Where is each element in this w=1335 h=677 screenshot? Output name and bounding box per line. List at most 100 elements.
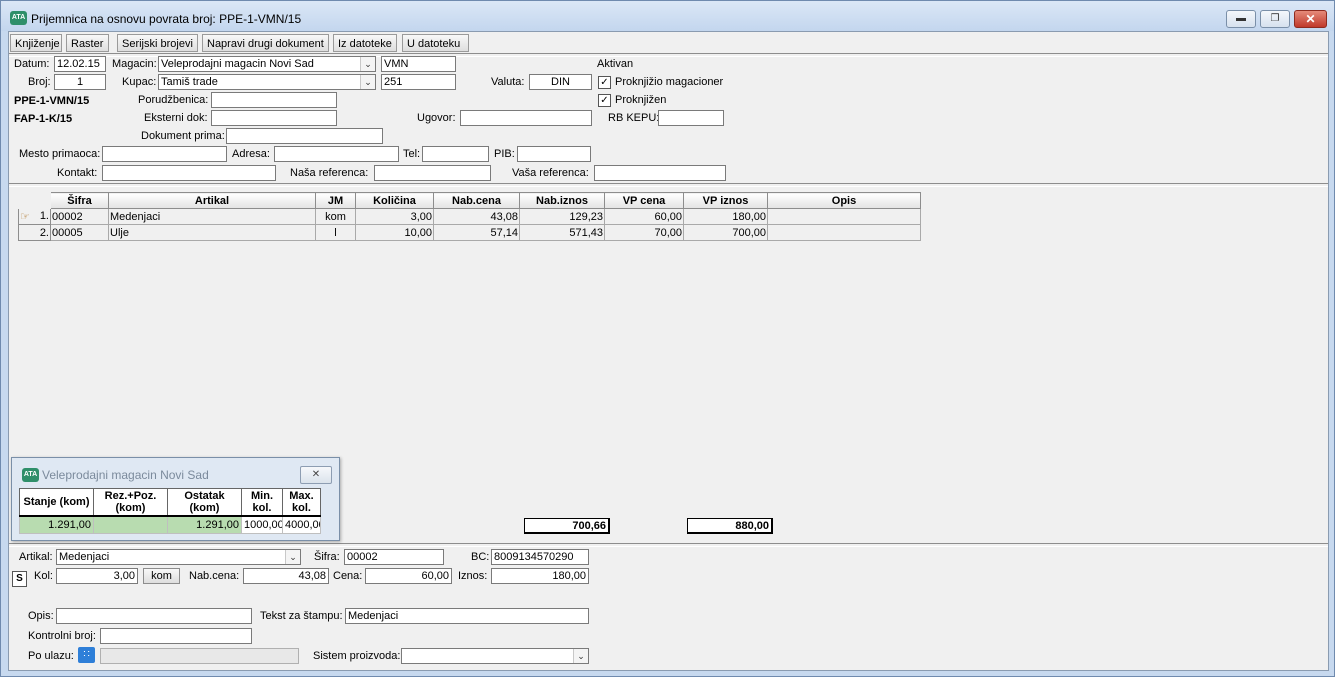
detail-jm-button[interactable]: kom — [143, 568, 180, 584]
cell-artikal[interactable]: Ulje — [108, 224, 316, 241]
table-row[interactable]: ☞ 1. 00002 Medenjaci kom 3,00 43,08 129,2… — [18, 208, 921, 225]
col-nab-cena[interactable]: Nab.cena — [433, 192, 520, 209]
proknjizen-checkbox[interactable]: ✓ — [598, 94, 611, 107]
col-nab-iznos[interactable]: Nab.iznos — [519, 192, 605, 209]
knjizenje-button[interactable]: Knjiženje — [10, 34, 62, 52]
detail-tekst-field[interactable]: Medenjaci — [345, 608, 589, 624]
col-vp-cena[interactable]: VP cena — [604, 192, 684, 209]
magacin-select[interactable]: Veleprodajni magacin Novi Sad ⌄ — [158, 56, 376, 72]
cell-kolicina[interactable]: 3,00 — [355, 208, 434, 225]
close-button[interactable]: ✕ — [1294, 10, 1327, 28]
nasa-referenca-field[interactable] — [374, 165, 491, 181]
checkmark-icon: ✓ — [600, 95, 609, 106]
stock-stanje-value: 1.291,00 — [19, 515, 94, 534]
col-sifra[interactable]: Šifra — [50, 192, 109, 209]
kupac-code-field[interactable]: 251 — [381, 74, 456, 90]
raster-button[interactable]: Raster — [66, 34, 109, 52]
u-datoteku-button[interactable]: U datoteku — [402, 34, 469, 52]
magacin-code-field[interactable]: VMN — [381, 56, 456, 72]
cell-nab-cena[interactable]: 43,08 — [433, 208, 520, 225]
cell-opis[interactable] — [767, 208, 921, 225]
chevron-down-icon[interactable]: ⌄ — [360, 75, 375, 89]
detail-iznos-field[interactable]: 180,00 — [491, 568, 589, 584]
mesto-field[interactable] — [102, 146, 227, 162]
app-logo-icon: ATA — [10, 11, 27, 25]
detail-nab-cena-label: Nab.cena: — [189, 570, 240, 582]
window-title: Prijemnica na osnovu povrata broj: PPE-1… — [31, 12, 302, 26]
cell-jm[interactable]: kom — [315, 208, 356, 225]
napravi-drugi-dokument-button[interactable]: Napravi drugi dokument — [202, 34, 329, 52]
stock-col-max: Max. kol. — [282, 488, 321, 517]
datum-field[interactable]: 12.02.15 — [54, 56, 106, 72]
valuta-field[interactable]: DIN — [529, 74, 592, 90]
chevron-down-icon[interactable]: ⌄ — [573, 649, 588, 663]
cell-jm[interactable]: l — [315, 224, 356, 241]
kontakt-field[interactable] — [102, 165, 276, 181]
col-kolicina[interactable]: Količina — [355, 192, 434, 209]
nasa-referenca-label: Naša referenca: — [290, 167, 369, 179]
detail-bc-field[interactable]: 8009134570290 — [491, 549, 589, 565]
tel-field[interactable] — [422, 146, 489, 162]
mesto-label: Mesto primaoca: — [19, 148, 101, 160]
scan-button[interactable]: ∷ — [78, 647, 95, 663]
chevron-down-icon[interactable]: ⌄ — [360, 57, 375, 71]
detail-po-ulazu-label: Po ulazu: — [28, 650, 74, 662]
minimize-button[interactable]: ▬ — [1226, 10, 1256, 28]
cell-nab-iznos[interactable]: 571,43 — [519, 224, 605, 241]
maximize-button[interactable]: ❐ — [1260, 10, 1290, 28]
magacin-label: Magacin: — [112, 58, 157, 70]
chevron-down-icon[interactable]: ⌄ — [285, 550, 300, 564]
detail-po-ulazu-field[interactable] — [100, 648, 299, 664]
kupac-value: Tamiš trade — [161, 76, 218, 88]
vasa-referenca-field[interactable] — [594, 165, 726, 181]
detail-kontrolni-field[interactable] — [100, 628, 252, 644]
keypad-icon: ∷ — [83, 649, 90, 660]
eksterni-label: Eksterni dok: — [144, 112, 208, 124]
s-button[interactable]: S — [12, 571, 27, 587]
detail-sifra-field[interactable]: 00002 — [344, 549, 444, 565]
main-window: ATA Prijemnica na osnovu povrata broj: P… — [0, 0, 1335, 677]
cell-sifra[interactable]: 00002 — [50, 208, 109, 225]
col-artikal[interactable]: Artikal — [108, 192, 316, 209]
cell-nab-cena[interactable]: 57,14 — [433, 224, 520, 241]
cell-sifra[interactable]: 00005 — [50, 224, 109, 241]
eksterni-field[interactable] — [211, 110, 337, 126]
proknjizio-label: Proknjižio magacioner — [615, 76, 724, 88]
detail-nab-cena-field[interactable]: 43,08 — [243, 568, 329, 584]
col-opis[interactable]: Opis — [767, 192, 921, 209]
col-jm[interactable]: JM — [315, 192, 356, 209]
table-row[interactable]: 2. 00005 Ulje l 10,00 57,14 571,43 70,00… — [18, 224, 921, 241]
adresa-field[interactable] — [274, 146, 399, 162]
cell-vp-iznos[interactable]: 180,00 — [683, 208, 768, 225]
cell-kolicina[interactable]: 10,00 — [355, 224, 434, 241]
pib-field[interactable] — [517, 146, 591, 162]
broj-field[interactable]: 1 — [54, 74, 106, 90]
rb-kepu-field[interactable] — [658, 110, 724, 126]
cell-vp-iznos[interactable]: 700,00 — [683, 224, 768, 241]
detail-sistem-select[interactable]: ⌄ — [401, 648, 589, 664]
cell-nab-iznos[interactable]: 129,23 — [519, 208, 605, 225]
proknjizio-checkbox[interactable]: ✓ — [598, 76, 611, 89]
col-vp-iznos[interactable]: VP iznos — [683, 192, 768, 209]
serijski-brojevi-button[interactable]: Serijski brojevi — [117, 34, 198, 52]
stock-row: 1.291,00 1.291,00 1000,00 4000,00 — [19, 515, 321, 534]
detail-kol-field[interactable]: 3,00 — [56, 568, 138, 584]
cell-opis[interactable] — [767, 224, 921, 241]
detail-opis-field[interactable] — [56, 608, 252, 624]
detail-cena-label: Cena: — [333, 570, 363, 582]
kontakt-label: Kontakt: — [57, 167, 98, 179]
porudzbenica-field[interactable] — [211, 92, 337, 108]
cell-vp-cena[interactable]: 60,00 — [604, 208, 684, 225]
iz-datoteke-button[interactable]: Iz datoteke — [333, 34, 397, 52]
stock-popup: ATA Veleprodajni magacin Novi Sad ✕ Stan… — [11, 457, 340, 541]
detail-artikal-select[interactable]: Medenjaci ⌄ — [56, 549, 301, 565]
dokument-prima-field[interactable] — [226, 128, 383, 144]
kupac-select[interactable]: Tamiš trade ⌄ — [158, 74, 376, 90]
cell-vp-cena[interactable]: 70,00 — [604, 224, 684, 241]
stock-popup-close-button[interactable]: ✕ — [300, 466, 332, 484]
close-icon: ✕ — [1305, 12, 1316, 26]
row-number-header — [19, 193, 51, 209]
detail-cena-field[interactable]: 60,00 — [365, 568, 452, 584]
cell-artikal[interactable]: Medenjaci — [108, 208, 316, 225]
ugovor-field[interactable] — [460, 110, 592, 126]
